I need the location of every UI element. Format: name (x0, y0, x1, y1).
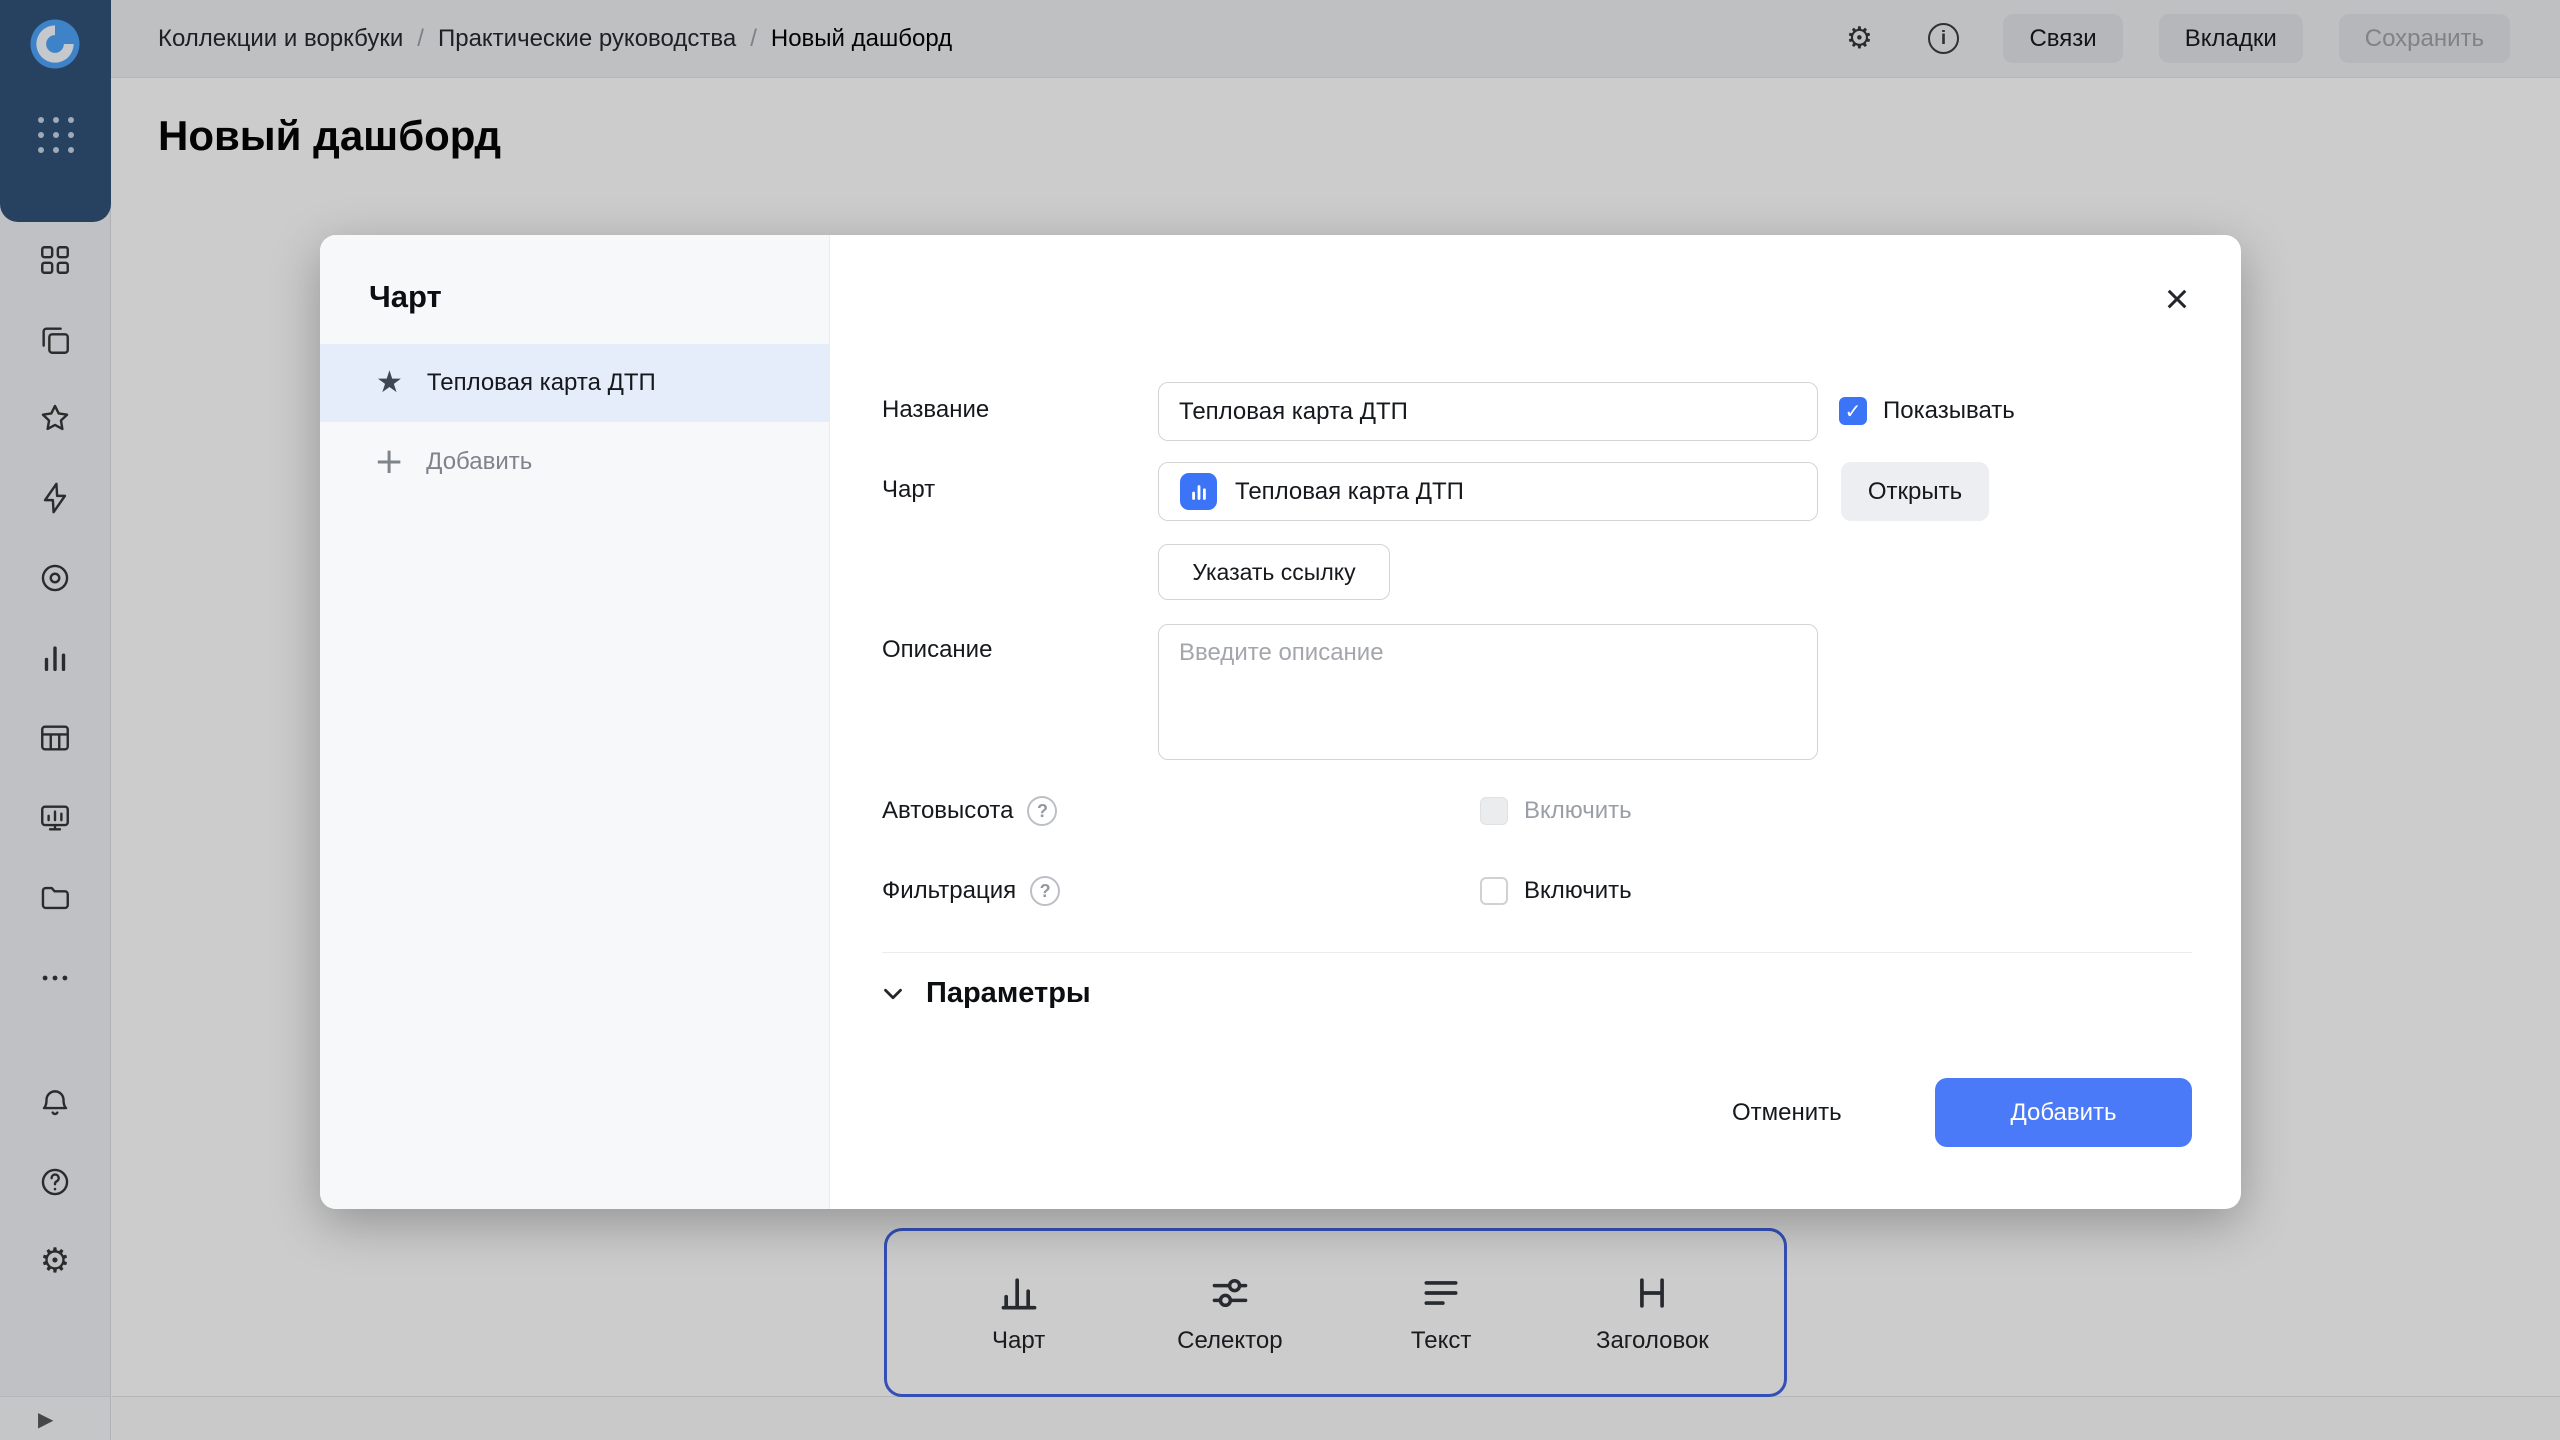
chart-field (1158, 462, 1818, 521)
dialog-tab-selected[interactable]: ★ Тепловая карта ДТП (320, 344, 829, 422)
add-button[interactable]: Добавить (1935, 1078, 2192, 1147)
name-input[interactable] (1158, 382, 1818, 441)
star-icon: ★ (376, 368, 403, 398)
autoheight-toggle-row: Включить (1480, 797, 1632, 825)
name-label: Название (882, 396, 989, 424)
close-icon[interactable]: × (2153, 275, 2201, 323)
show-checkbox-label: Показывать (1883, 397, 2015, 425)
autoheight-toggle-label: Включить (1524, 797, 1632, 825)
autoheight-help-icon[interactable]: ? (1027, 796, 1057, 826)
chart-mini-icon (1180, 473, 1217, 510)
open-chart-button[interactable]: Открыть (1841, 462, 1989, 521)
description-label: Описание (882, 636, 992, 664)
dialog-add-tab-button[interactable]: + Добавить (320, 423, 829, 501)
specify-link-button[interactable]: Указать ссылку (1158, 544, 1390, 600)
chart-input[interactable] (1158, 462, 1818, 521)
autoheight-label: Автовысота (882, 797, 1013, 825)
filtering-help-icon[interactable]: ? (1030, 876, 1060, 906)
params-label: Параметры (926, 977, 1091, 1010)
autoheight-checkbox[interactable] (1480, 797, 1508, 825)
autoheight-label-row: Автовысота ? (882, 796, 1057, 826)
show-checkbox-row[interactable]: ✓ Показывать (1839, 397, 2015, 425)
chart-widget-dialog: Чарт ★ Тепловая карта ДТП + Добавить × Н… (320, 235, 2241, 1209)
filtering-toggle-label: Включить (1524, 877, 1632, 905)
section-divider (882, 952, 2192, 953)
filtering-label-row: Фильтрация ? (882, 876, 1060, 906)
chevron-down-icon (878, 979, 908, 1009)
cancel-button[interactable]: Отменить (1698, 1078, 1876, 1147)
dialog-add-label: Добавить (426, 448, 532, 476)
filtering-toggle-row[interactable]: Включить (1480, 877, 1632, 905)
checkbox-check-icon: ✓ (1845, 399, 1862, 424)
app-root: ⚙ ▶ Коллекции и воркбуки / Практические … (0, 0, 2560, 1440)
plus-icon: + (374, 444, 404, 480)
dialog-title: Чарт (369, 279, 442, 315)
dialog-side-panel: Чарт ★ Тепловая карта ДТП + Добавить (320, 235, 830, 1209)
chart-label: Чарт (882, 476, 935, 504)
params-section-toggle[interactable]: Параметры (878, 977, 1091, 1010)
dialog-tab-label: Тепловая карта ДТП (427, 369, 656, 397)
filtering-checkbox[interactable] (1480, 877, 1508, 905)
description-textarea[interactable] (1158, 624, 1818, 760)
filtering-label: Фильтрация (882, 877, 1016, 905)
show-checkbox[interactable]: ✓ (1839, 397, 1867, 425)
